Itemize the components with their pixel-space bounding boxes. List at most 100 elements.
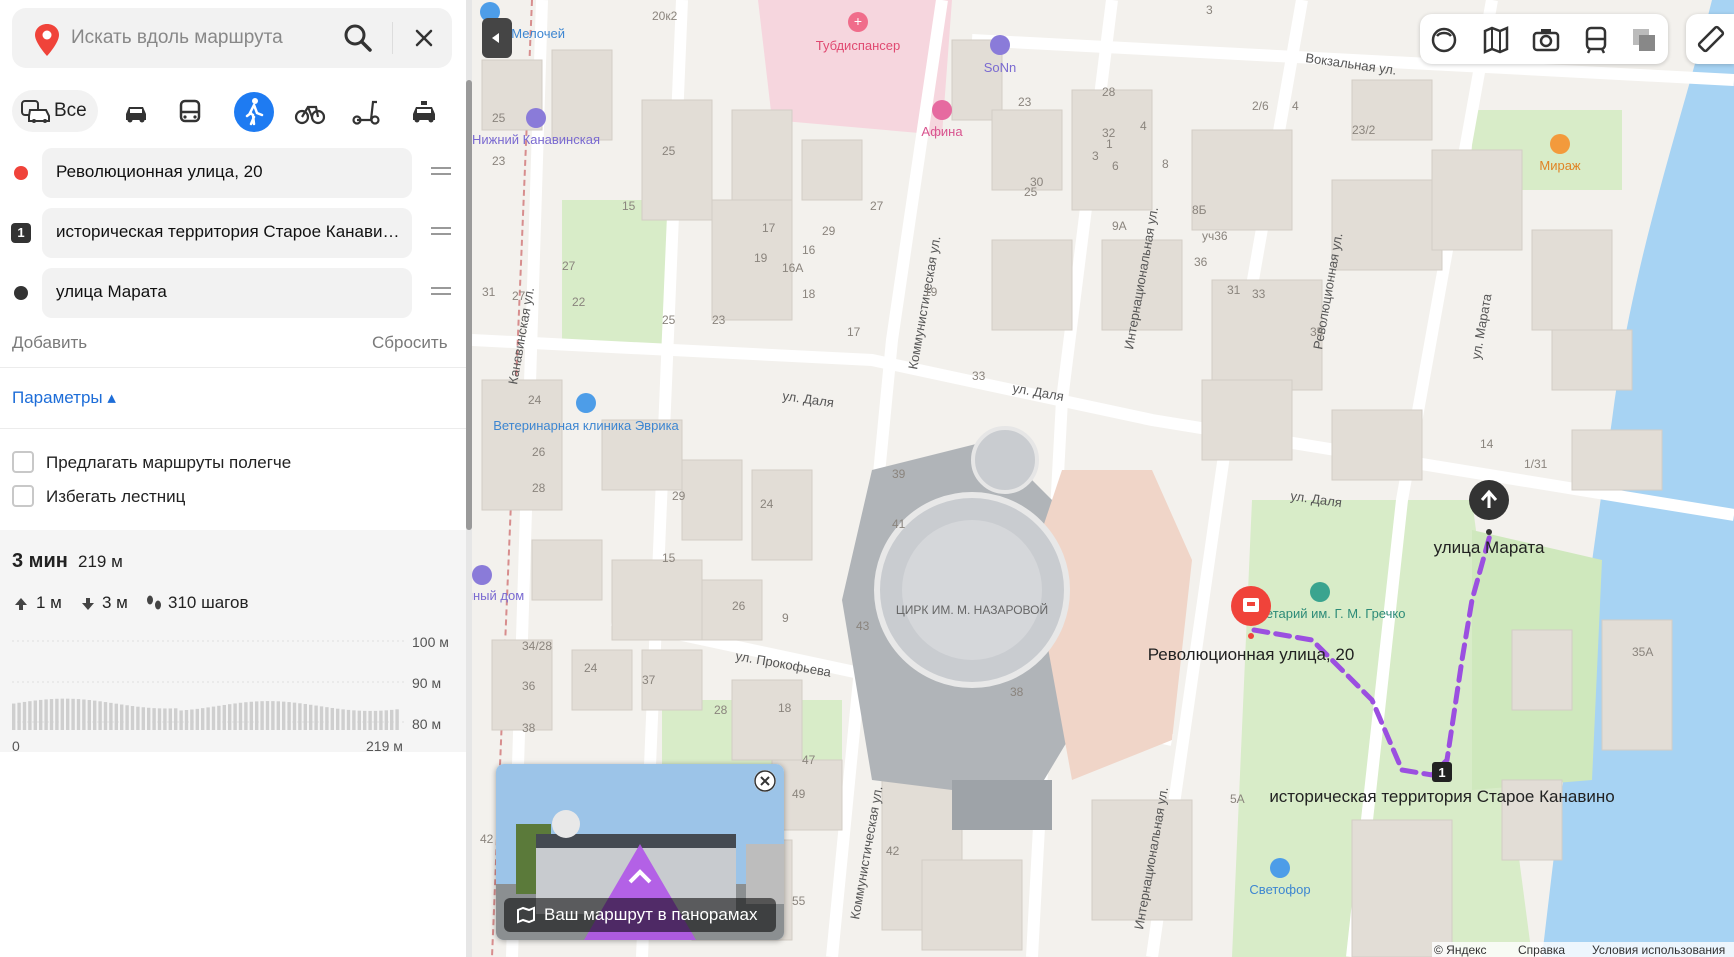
house-number: 41 — [892, 517, 906, 531]
search-separator — [392, 22, 393, 54]
elevation-bar — [49, 699, 54, 730]
map-footer: © Яндекс Справка Условия использования — [1432, 942, 1734, 957]
elevation-bar — [265, 701, 270, 730]
poi-label[interactable]: Гостиный дом — [472, 588, 524, 603]
svg-text:+: + — [854, 13, 862, 29]
elevation-bar — [282, 701, 286, 730]
bus-icon[interactable] — [170, 92, 210, 132]
ruler-icon — [1697, 25, 1725, 53]
transit-icon[interactable] — [1580, 24, 1612, 56]
avoid-stairs-checkbox[interactable] — [12, 485, 34, 507]
elevation-bar — [12, 703, 16, 730]
drag-handle-icon[interactable] — [431, 227, 451, 241]
house-number: 38 — [1010, 685, 1024, 699]
panorama-icon[interactable] — [1530, 24, 1562, 56]
bicycle-icon[interactable] — [290, 92, 330, 132]
house-number: уч36 — [1202, 229, 1228, 243]
scrollbar-thumb[interactable] — [466, 80, 472, 530]
copyright-text[interactable]: © Яндекс — [1434, 943, 1487, 957]
waypoint-end-text: улица Марата — [56, 282, 167, 301]
poi-label[interactable]: Светофор — [1249, 882, 1310, 897]
elevation-bar — [395, 709, 399, 730]
house-number: 49 — [792, 787, 806, 801]
car-icon[interactable] — [116, 92, 156, 132]
close-icon[interactable] — [408, 22, 440, 54]
route-search[interactable]: Искать вдоль маршрута — [12, 8, 452, 68]
elev-x-end: 219 м — [366, 738, 403, 754]
drag-handle-icon[interactable] — [431, 287, 451, 301]
house-number: 26 — [732, 599, 746, 613]
elevation-bar — [336, 708, 340, 730]
poi-label[interactable]: Тубдиспансер — [816, 38, 900, 53]
elev-x-start: 0 — [12, 738, 20, 754]
elevation-bar — [130, 706, 135, 730]
route-distance: 219 м — [78, 552, 123, 571]
end-label: улица Марата — [1434, 538, 1545, 557]
panorama-caption[interactable]: Ваш маршрут в панорамах — [504, 898, 776, 932]
map-tools — [1420, 14, 1668, 64]
params-toggle[interactable]: Параметры ▴ — [12, 388, 116, 408]
house-number: 28 — [714, 703, 728, 717]
circus-annex — [952, 780, 1052, 830]
close-panorama-icon[interactable] — [754, 770, 776, 792]
poi-label[interactable]: Ветеринарная клиника Эврика — [493, 418, 679, 433]
house-number: 4 — [1292, 99, 1299, 113]
house-number: 30 — [1030, 175, 1044, 189]
help-link[interactable]: Справка — [1518, 943, 1565, 957]
elevation-bar — [287, 702, 291, 730]
elevation-bar — [190, 709, 194, 730]
house-number: 35 — [1310, 325, 1324, 339]
descent-value: 3 м — [102, 593, 128, 612]
house-number: 19 — [924, 285, 938, 299]
terms-link[interactable]: Условия использования — [1592, 943, 1725, 957]
search-input[interactable]: Искать вдоль маршрута — [71, 27, 283, 49]
house-number: 29 — [822, 224, 836, 238]
house-number: 55 — [792, 894, 806, 908]
house-number: 25 — [492, 111, 506, 125]
route-time: 3 мин — [12, 550, 68, 572]
overlay-icon[interactable] — [1628, 24, 1660, 56]
poi-label[interactable]: Мираж — [1539, 158, 1581, 173]
elevation-bar — [17, 702, 21, 730]
easier-routes-checkbox[interactable] — [12, 451, 34, 473]
elevation-bar — [71, 698, 75, 730]
elevation-bar — [319, 706, 324, 730]
reset-route-button[interactable]: Сбросить — [372, 333, 448, 353]
elevation-bar — [184, 710, 189, 730]
waypoint-start-text: Революционная улица, 20 — [56, 162, 263, 181]
house-number: 9А — [1112, 219, 1127, 233]
elevation-bar — [330, 707, 334, 730]
scooter-icon[interactable] — [346, 92, 386, 132]
collapse-panel-button[interactable] — [482, 18, 512, 58]
ruler-button[interactable] — [1686, 14, 1734, 64]
elevation-bar — [384, 710, 388, 730]
waypoint-end-field[interactable]: улица Марата — [42, 268, 412, 318]
waypoint-via-field[interactable]: историческая территория Старое Канавино — [42, 208, 412, 258]
taxi-icon[interactable] — [404, 92, 444, 132]
elevation-bar — [22, 701, 27, 730]
house-number: 25 — [662, 313, 676, 327]
house-number: 17 — [847, 325, 861, 339]
route-summary[interactable]: 3 мин 219 м 1 м 3 м 310 шагов 100 м 90 м… — [0, 530, 466, 754]
arrow-up-icon — [15, 598, 27, 610]
pedestrian-icon[interactable] — [234, 92, 274, 132]
layers-icon[interactable] — [1428, 24, 1460, 56]
search-icon[interactable] — [340, 20, 376, 56]
mode-all-button[interactable]: Все — [12, 90, 98, 132]
waypoint-start-field[interactable]: Революционная улица, 20 — [42, 148, 412, 198]
elevation-bar — [195, 708, 199, 730]
panel-scrollbar[interactable] — [466, 0, 472, 957]
house-number: 17 — [762, 221, 776, 235]
via-marker-icon[interactable]: 1 — [1432, 762, 1452, 782]
elevation-bar — [309, 704, 313, 730]
add-waypoint-button[interactable]: Добавить — [12, 333, 87, 353]
poi-label[interactable]: Нижний Канавинская — [472, 132, 600, 147]
drag-handle-icon[interactable] — [431, 167, 451, 181]
house-number: 4 — [1140, 119, 1147, 133]
poi-label[interactable]: SoNn — [984, 60, 1017, 75]
house-number: 42 — [886, 844, 900, 858]
map-view-icon[interactable] — [1480, 24, 1512, 56]
elevation-bar — [114, 703, 118, 730]
elevation-bar — [87, 699, 91, 730]
poi-label[interactable]: Афина — [921, 124, 963, 139]
